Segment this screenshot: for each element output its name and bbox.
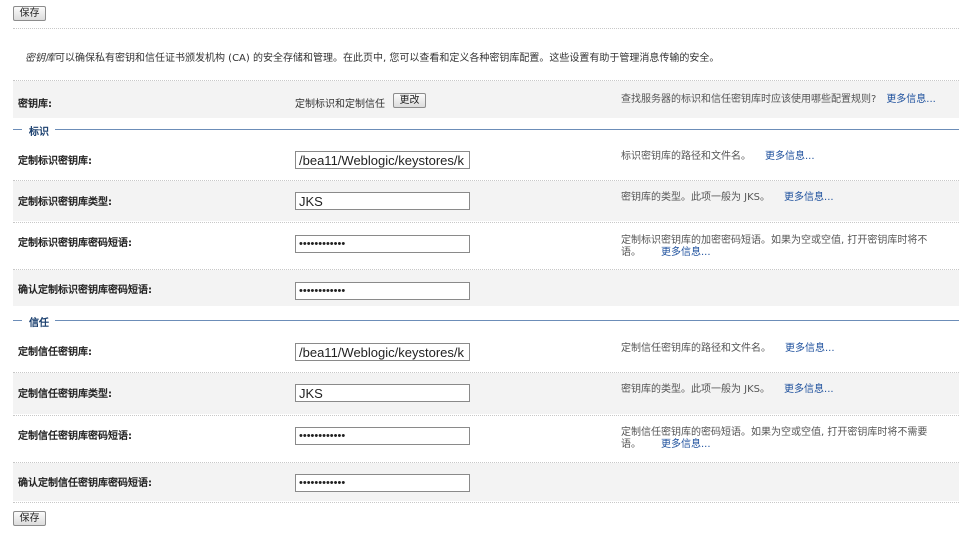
trust-type-label: 定制信任密钥库类型: xyxy=(18,389,112,400)
trust-type-row: 定制信任密钥库类型: JKS 密钥库的类型。此项一般为 JKS。 更多信息... xyxy=(13,373,959,414)
section-rule xyxy=(55,129,959,130)
trust-passphrase-desc: 定制信任密钥库的密码短语。如果为空或空值, 打开密钥库时将不需要 语。 更多信息..… xyxy=(621,427,927,451)
identity-keystore-row: 定制标识密钥库: /bea11/Weblogic/keystores/k 标识密… xyxy=(13,141,959,179)
identity-type-row: 定制标识密钥库类型: JKS 密钥库的类型。此项一般为 JKS。 更多信息... xyxy=(13,181,959,221)
keystore-help: 查找服务器的标识和信任密钥库时应该使用哪些配置规则? 更多信息... xyxy=(621,94,936,106)
intro-text: 密钥库可以确保私有密钥和信任证书颁发机构 (CA) 的安全存储和管理。在此页中,… xyxy=(25,49,719,64)
identity-passphrase-row: 定制标识密钥库密码短语: •••••••••••• 定制标识密钥库的加密密码短语… xyxy=(13,223,959,268)
trust-keystore-more-link[interactable]: 更多信息... xyxy=(785,343,835,354)
trust-type-more-link[interactable]: 更多信息... xyxy=(784,384,834,395)
desc-text-2: 语。 xyxy=(621,247,641,258)
identity-confirm-input[interactable]: •••••••••••• xyxy=(295,282,470,300)
trust-passphrase-row: 定制信任密钥库密码短语: •••••••••••• 定制信任密钥库的密码短语。如… xyxy=(13,416,959,461)
identity-passphrase-desc: 定制标识密钥库的加密密码短语。如果为空或空值, 打开密钥库时将不 语。 更多信息..… xyxy=(621,235,927,259)
trust-confirm-input[interactable]: •••••••••••• xyxy=(295,474,470,492)
trust-passphrase-label: 定制信任密钥库密码短语: xyxy=(18,431,132,442)
trust-keystore-label: 定制信任密钥库: xyxy=(18,347,92,358)
trust-keystore-row: 定制信任密钥库: /bea11/Weblogic/keystores/k 定制信… xyxy=(13,333,959,371)
trust-section-header: 信任 xyxy=(13,314,959,329)
section-rule xyxy=(13,129,22,130)
identity-passphrase-label: 定制标识密钥库密码短语: xyxy=(18,238,132,249)
identity-keystore-input[interactable]: /bea11/Weblogic/keystores/k xyxy=(295,151,470,169)
trust-passphrase-more-link[interactable]: 更多信息... xyxy=(661,439,711,450)
intro-keyword: 密钥库 xyxy=(25,53,55,64)
identity-keystore-more-link[interactable]: 更多信息... xyxy=(765,151,815,162)
trust-passphrase-input[interactable]: •••••••••••• xyxy=(295,427,470,445)
trust-type-desc: 密钥库的类型。此项一般为 JKS。 更多信息... xyxy=(621,384,834,396)
desc-text: 定制信任密钥库的密码短语。如果为空或空值, 打开密钥库时将不需要 xyxy=(621,427,928,438)
identity-confirm-label: 确认定制标识密钥库密码短语: xyxy=(18,285,152,296)
trust-type-input[interactable]: JKS xyxy=(295,384,470,402)
trust-keystore-desc: 定制信任密钥库的路径和文件名。 更多信息... xyxy=(621,343,835,355)
keystore-value: 定制标识和定制信任 xyxy=(295,99,385,110)
trust-section-title: 信任 xyxy=(29,318,49,329)
save-button-bottom[interactable]: 保存 xyxy=(13,511,46,526)
identity-type-label: 定制标识密钥库类型: xyxy=(18,197,112,208)
change-keystore-button[interactable]: 更改 xyxy=(393,93,426,108)
desc-text: 标识密钥库的路径和文件名。 xyxy=(621,151,751,162)
identity-type-desc: 密钥库的类型。此项一般为 JKS。 更多信息... xyxy=(621,192,834,204)
identity-passphrase-input[interactable]: •••••••••••• xyxy=(295,235,470,253)
trust-keystore-input[interactable]: /bea11/Weblogic/keystores/k xyxy=(295,343,470,361)
intro-body: 可以确保私有密钥和信任证书颁发机构 (CA) 的安全存储和管理。在此页中, 您可… xyxy=(55,53,720,64)
identity-keystore-desc: 标识密钥库的路径和文件名。 更多信息... xyxy=(621,151,815,163)
desc-text: 密钥库的类型。此项一般为 JKS。 xyxy=(621,192,771,203)
section-rule xyxy=(55,320,959,321)
keystore-help-text: 查找服务器的标识和信任密钥库时应该使用哪些配置规则? xyxy=(621,94,877,105)
identity-keystore-label: 定制标识密钥库: xyxy=(18,156,92,167)
identity-type-input[interactable]: JKS xyxy=(295,192,470,210)
desc-text: 定制信任密钥库的路径和文件名。 xyxy=(621,343,771,354)
divider xyxy=(13,28,959,29)
identity-passphrase-more-link[interactable]: 更多信息... xyxy=(661,247,711,258)
save-button-top[interactable]: 保存 xyxy=(13,6,46,21)
trust-confirm-row: 确认定制信任密钥库密码短语: •••••••••••• xyxy=(13,463,959,501)
trust-confirm-label: 确认定制信任密钥库密码短语: xyxy=(18,478,152,489)
section-rule xyxy=(13,320,22,321)
desc-text: 密钥库的类型。此项一般为 JKS。 xyxy=(621,384,771,395)
identity-section-title: 标识 xyxy=(29,127,49,138)
keystore-more-link[interactable]: 更多信息... xyxy=(886,94,936,105)
desc-text: 定制标识密钥库的加密密码短语。如果为空或空值, 打开密钥库时将不 xyxy=(621,235,928,246)
divider xyxy=(13,502,959,503)
identity-section-header: 标识 xyxy=(13,123,959,138)
desc-text-2: 语。 xyxy=(621,439,641,450)
identity-type-more-link[interactable]: 更多信息... xyxy=(784,192,834,203)
keystore-label: 密钥库: xyxy=(18,99,52,110)
identity-confirm-row: 确认定制标识密钥库密码短语: •••••••••••• xyxy=(13,270,959,306)
keystore-row: 密钥库: 定制标识和定制信任 更改 查找服务器的标识和信任密钥库时应该使用哪些配… xyxy=(13,81,959,118)
